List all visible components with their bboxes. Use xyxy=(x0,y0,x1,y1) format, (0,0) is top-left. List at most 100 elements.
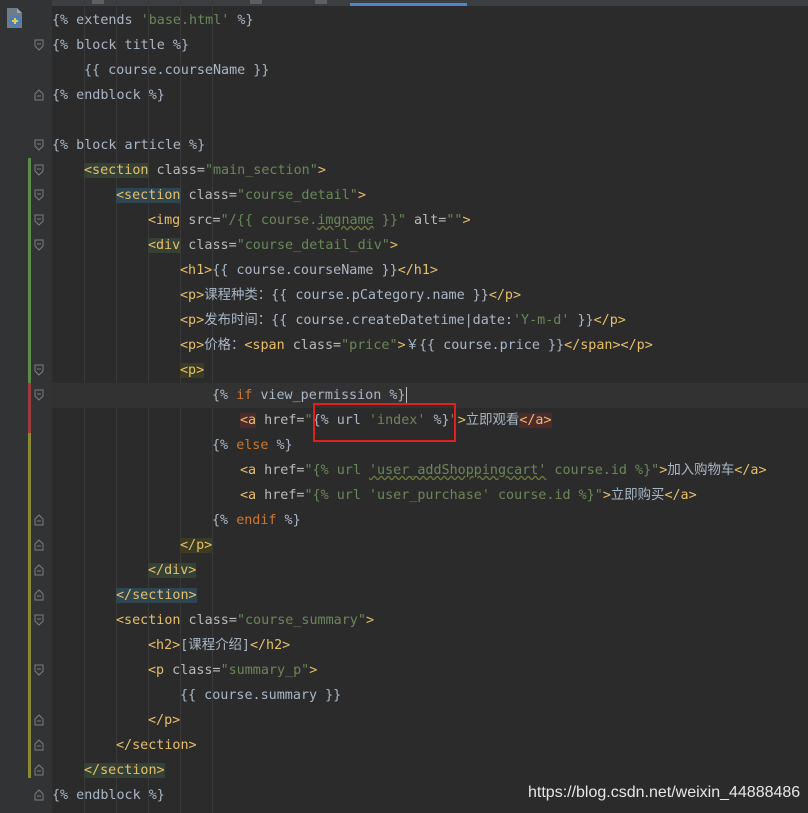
fold-collapse-icon[interactable] xyxy=(33,214,45,226)
tab-fragment[interactable] xyxy=(92,0,104,4)
code-token: <a xyxy=(240,413,257,428)
fold-end-icon[interactable] xyxy=(33,714,45,726)
code-line[interactable]: {% endif %} xyxy=(212,508,301,533)
code-token: <div xyxy=(148,238,181,253)
code-line[interactable]: <p class="summary_p"> xyxy=(148,658,317,683)
annotation-highlight-box xyxy=(313,403,456,442)
code-line[interactable]: <section class="course_detail"> xyxy=(116,183,366,208)
code-line[interactable]: <p>价格：<span class="price">￥{{ course.pri… xyxy=(180,333,653,358)
code-line[interactable]: <a href="{% url 'user_purchase' course.i… xyxy=(240,483,697,508)
code-line[interactable]: {% block article %} xyxy=(52,133,205,158)
code-token: > xyxy=(397,338,406,353)
code-token: 加入购物车 xyxy=(667,463,735,478)
fold-end-icon[interactable] xyxy=(33,89,45,101)
code-token: </div> xyxy=(148,563,197,578)
code-token: > xyxy=(309,663,318,678)
code-token: class= xyxy=(180,188,237,203)
code-line[interactable]: <h2>[课程介绍]</h2> xyxy=(148,633,290,658)
code-token: <p> xyxy=(180,363,205,378)
code-line[interactable]: <img src="/{{ course.imgname }}" alt=""> xyxy=(148,208,471,233)
code-line[interactable]: <p>课程种类：{{ course.pCategory.name }}</p> xyxy=(180,283,521,308)
vcs-change-marker[interactable] xyxy=(28,383,31,433)
code-line[interactable]: {% endblock %} xyxy=(52,783,165,808)
code-line[interactable]: {{ course.courseName }} xyxy=(84,58,269,83)
fold-end-icon[interactable] xyxy=(33,564,45,576)
code-token: </a> xyxy=(734,463,767,478)
code-line[interactable]: <p>发布时间：{{ course.createDatetime|date:'Y… xyxy=(180,308,626,333)
code-line[interactable]: </section> xyxy=(116,733,197,758)
code-token: > xyxy=(462,213,471,228)
code-line[interactable]: </p> xyxy=(148,708,180,733)
code-token: </h2> xyxy=(249,638,291,653)
text-cursor xyxy=(405,387,407,403)
code-token: "{% url xyxy=(304,463,369,478)
code-line[interactable]: {% extends 'base.html' %} xyxy=(52,8,254,33)
code-token: 发布时间：{{ course.createDatetime|date: xyxy=(204,313,513,328)
vcs-change-marker[interactable] xyxy=(28,158,31,383)
code-line[interactable]: <p> xyxy=(180,358,205,383)
tab-fragment[interactable] xyxy=(315,0,327,4)
code-token: </p> xyxy=(488,288,522,303)
code-token: </p> xyxy=(593,313,626,328)
code-line[interactable]: </section> xyxy=(84,758,165,783)
fold-collapse-icon[interactable] xyxy=(33,614,45,626)
fold-collapse-icon[interactable] xyxy=(33,139,45,151)
code-token: <p> xyxy=(180,288,205,303)
code-token: <p xyxy=(148,663,165,678)
code-line[interactable]: {{ course.summary }} xyxy=(180,683,341,708)
code-token: <span xyxy=(244,338,285,353)
code-token: "/{{ course. xyxy=(220,213,318,228)
fold-end-icon[interactable] xyxy=(33,589,45,601)
fold-collapse-icon[interactable] xyxy=(33,364,45,376)
code-token: }} xyxy=(569,313,594,328)
fold-collapse-icon[interactable] xyxy=(33,164,45,176)
code-line[interactable]: </section> xyxy=(116,583,197,608)
code-token: "course_summary" xyxy=(236,613,366,628)
code-token: <p> xyxy=(180,313,205,328)
code-token: </section> xyxy=(116,588,197,603)
fold-end-icon[interactable] xyxy=(33,539,45,551)
code-token: > xyxy=(389,238,398,253)
code-line[interactable]: </p> xyxy=(180,533,213,558)
active-tab-indicator[interactable] xyxy=(350,3,467,6)
fold-collapse-icon[interactable] xyxy=(33,39,45,51)
code-line[interactable]: </div> xyxy=(148,558,197,583)
fold-end-icon[interactable] xyxy=(33,739,45,751)
code-token: {% xyxy=(212,513,237,528)
code-token: "" xyxy=(446,213,463,228)
fold-collapse-icon[interactable] xyxy=(33,189,45,201)
code-token: class= xyxy=(164,663,221,678)
code-line[interactable]: {% block title %} xyxy=(52,33,189,58)
code-token: <a xyxy=(240,488,257,503)
code-token: if xyxy=(236,388,253,403)
fold-collapse-icon[interactable] xyxy=(33,239,45,251)
code-token: </span></p> xyxy=(564,338,653,353)
code-line[interactable]: {% else %} xyxy=(212,433,293,458)
code-token: "course_detail_div" xyxy=(236,238,390,253)
fold-end-icon[interactable] xyxy=(33,764,45,776)
code-token: href= xyxy=(256,488,305,503)
code-line[interactable]: <a href="{% url 'user_addShoppingcart' c… xyxy=(240,458,767,483)
code-token: > xyxy=(457,413,466,428)
code-line[interactable]: <h1>{{ course.courseName }}</h1> xyxy=(180,258,438,283)
fold-end-icon[interactable] xyxy=(33,789,45,801)
tab-fragment[interactable] xyxy=(250,0,262,4)
code-line[interactable]: <section class="course_summary"> xyxy=(116,608,374,633)
watermark: https://blog.csdn.net/weixin_44888486 xyxy=(528,784,801,801)
vcs-change-marker[interactable] xyxy=(28,433,31,778)
code-line[interactable]: <section class="main_section"> xyxy=(84,158,326,183)
code-token: > xyxy=(357,188,366,203)
code-line[interactable]: {% endblock %} xyxy=(52,83,165,108)
code-line[interactable]: <div class="course_detail_div"> xyxy=(148,233,398,258)
fold-collapse-icon[interactable] xyxy=(33,664,45,676)
fold-end-icon[interactable] xyxy=(33,514,45,526)
code-token: {% xyxy=(212,388,237,403)
code-token: %} xyxy=(276,513,301,528)
code-token: href= xyxy=(256,463,305,478)
code-token: {% block article %} xyxy=(52,138,206,153)
fold-collapse-icon[interactable] xyxy=(33,389,45,401)
code-token: "{% url xyxy=(304,488,369,503)
code-token: <a xyxy=(240,463,257,478)
code-token: </p> xyxy=(148,713,181,728)
code-token: class= xyxy=(284,338,342,353)
